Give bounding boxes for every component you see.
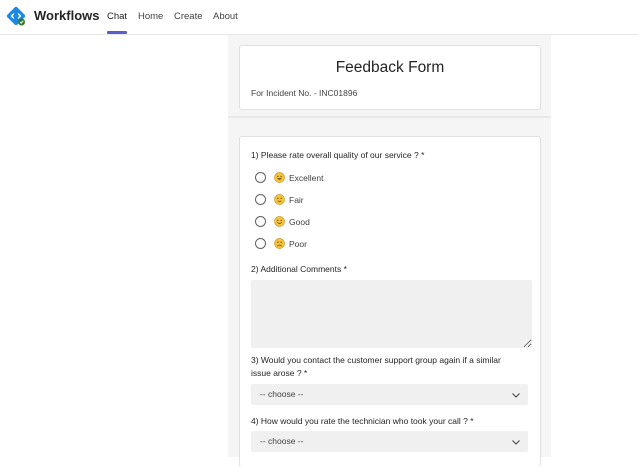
app-header: Workflows Chat Home Create About [0,0,638,35]
option-label: Poor [289,239,307,249]
chevron-down-icon [512,440,520,445]
question-4-label: 4) How would you rate the technician who… [251,416,474,426]
option-label: Good [289,217,310,227]
slight-smile-face-icon [274,194,285,205]
tab-chat[interactable]: Chat [107,11,127,22]
question-2-label: 2) Additional Comments * [251,264,347,274]
technician-rating-dropdown[interactable]: -- choose -- [251,431,528,452]
radio-button[interactable] [255,238,266,249]
radio-button[interactable] [255,216,266,227]
form-header-card: Feedback Form For Incident No. - INC0189… [239,45,541,110]
section-divider [228,116,551,118]
active-tab-indicator [107,31,127,34]
incident-number: For Incident No. - INC01896 [251,88,358,98]
question-1-label: 1) Please rate overall quality of our se… [251,150,425,160]
tab-about[interactable]: About [213,11,238,22]
additional-comments-input[interactable] [251,280,532,348]
contact-again-dropdown[interactable]: -- choose -- [251,384,528,405]
feedback-form-card: 1) Please rate overall quality of our se… [239,136,541,467]
dropdown-value: -- choose -- [260,389,304,399]
app-title: Workflows [34,8,100,23]
form-title: Feedback Form [335,59,445,76]
radio-button[interactable] [255,172,266,183]
grinning-face-icon [274,172,285,183]
option-label: Excellent [289,173,324,183]
question-3-label: 3) Would you contact the customer suppor… [251,355,501,378]
smile-face-icon [274,216,285,227]
dropdown-value: -- choose -- [260,436,304,446]
tab-create[interactable]: Create [174,11,203,22]
radio-button[interactable] [255,194,266,205]
option-label: Fair [289,195,304,205]
chevron-down-icon [512,393,520,398]
tab-home[interactable]: Home [138,11,163,22]
frowning-face-icon [274,238,285,249]
workflows-logo-icon [6,6,26,26]
